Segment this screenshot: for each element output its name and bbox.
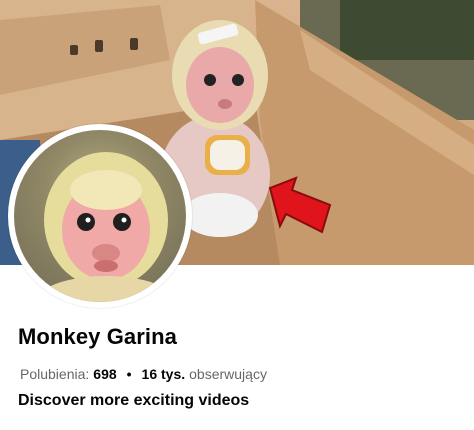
followers-label[interactable]: obserwujący [189,366,267,382]
stats-separator: • [126,366,132,382]
profile-stats: Polubienia: 698 • 16 tys. obserwujący [20,366,267,382]
likes-label: Polubienia: [20,366,90,382]
likes-count[interactable]: 698 [93,366,116,382]
avatar-image [14,130,186,302]
profile-avatar[interactable] [8,124,192,308]
profile-bio: Discover more exciting videos [18,392,250,409]
profile-name: Monkey Garina [18,324,178,349]
followers-count[interactable]: 16 tys. [142,366,186,382]
